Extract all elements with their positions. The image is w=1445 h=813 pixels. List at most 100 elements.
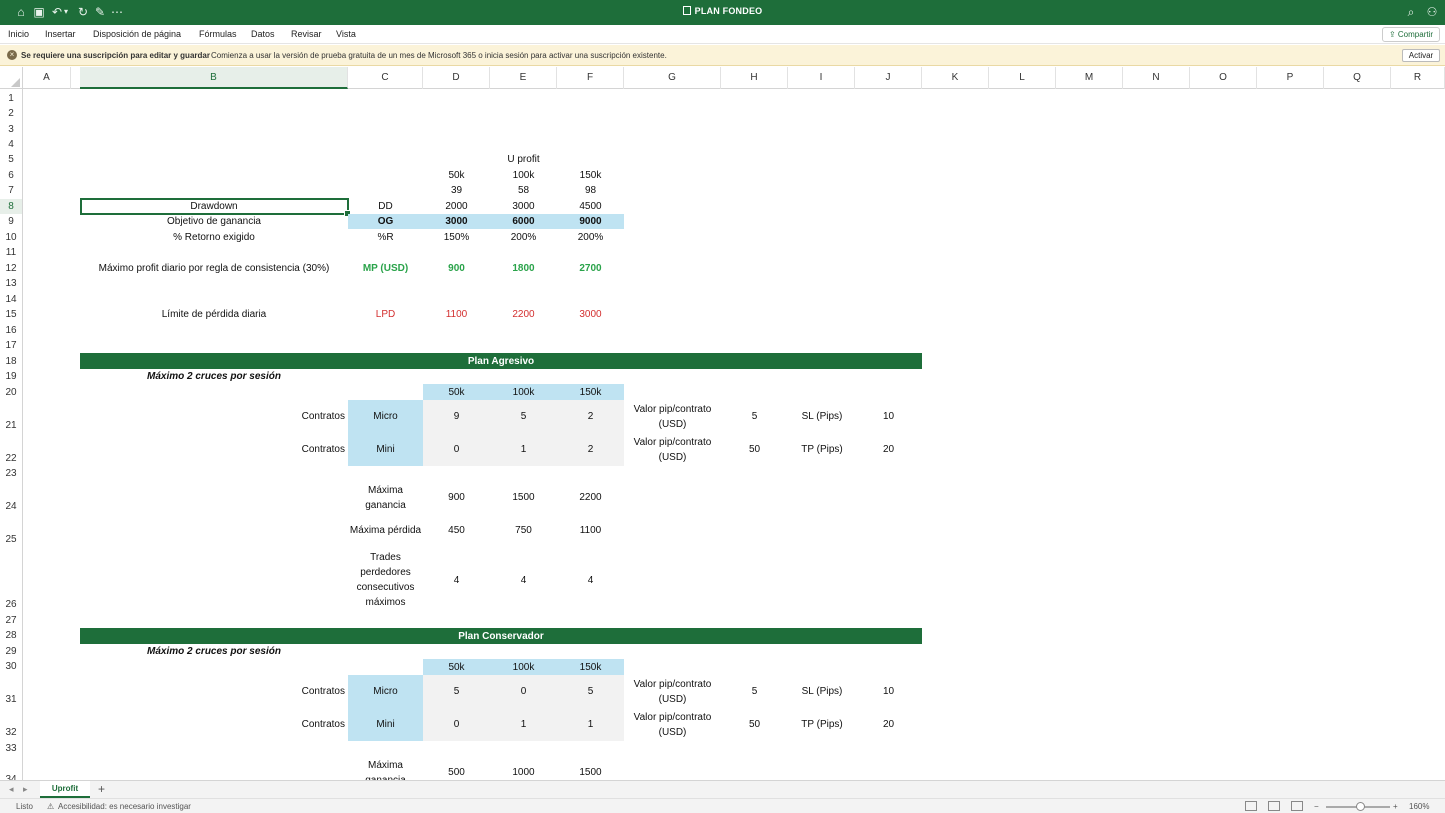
limite-perdida-value[interactable]: 1100 bbox=[423, 307, 490, 322]
row-header-27[interactable]: 27 bbox=[0, 613, 23, 628]
agresivo-contratos-label[interactable]: Contratos bbox=[80, 433, 348, 466]
column-header-n[interactable]: N bbox=[1123, 67, 1190, 89]
agresivo-pip-micro-label[interactable]: Valor pip/contrato (USD) bbox=[624, 400, 721, 433]
conservador-tp-value[interactable]: 20 bbox=[855, 708, 922, 741]
conservador-sl-value[interactable]: 10 bbox=[855, 675, 922, 708]
drawdown-value[interactable]: 3000 bbox=[490, 199, 557, 214]
sheet-tab-uprofit[interactable]: Uprofit bbox=[40, 781, 90, 798]
column-header-a[interactable]: A bbox=[23, 67, 71, 89]
row-header-1[interactable]: 1 bbox=[0, 91, 23, 106]
menu-vista[interactable]: Vista bbox=[336, 29, 356, 39]
row-header-30[interactable]: 30 bbox=[0, 659, 23, 674]
zoom-level[interactable]: 160% bbox=[1409, 802, 1429, 811]
page-break-view-icon[interactable] bbox=[1291, 801, 1303, 811]
agresivo-size-100k[interactable]: 100k bbox=[490, 385, 557, 400]
row-header-20[interactable]: 20 bbox=[0, 385, 23, 400]
row-header-5[interactable]: 5 bbox=[0, 152, 23, 167]
column-header-j[interactable]: J bbox=[855, 67, 922, 89]
column-header-r[interactable]: R bbox=[1391, 67, 1445, 89]
objetivo-value[interactable]: 3000 bbox=[423, 214, 490, 229]
column-header-b[interactable]: B bbox=[80, 67, 348, 89]
row-header-23[interactable]: 23 bbox=[0, 466, 23, 481]
agresivo-pip-micro-value[interactable]: 5 bbox=[721, 400, 788, 433]
row-header-25[interactable]: 25 bbox=[0, 532, 23, 547]
accessibility-icon[interactable]: ⚠ bbox=[47, 802, 54, 811]
limite-perdida-label[interactable]: Límite de pérdida diaria bbox=[80, 307, 348, 322]
column-header-c[interactable]: C bbox=[348, 67, 423, 89]
row-header-15[interactable]: 15 bbox=[0, 307, 23, 322]
column-header-p[interactable]: P bbox=[1257, 67, 1324, 89]
menu-datos[interactable]: Datos bbox=[251, 29, 275, 39]
column-header-l[interactable]: L bbox=[989, 67, 1056, 89]
zoom-out-icon[interactable]: − bbox=[1314, 802, 1319, 811]
row-header-31[interactable]: 31 bbox=[0, 692, 23, 707]
conservador-micro-value[interactable]: 5 bbox=[557, 675, 624, 708]
row-header-32[interactable]: 32 bbox=[0, 725, 23, 740]
close-icon[interactable]: × bbox=[7, 50, 17, 60]
row-header-19[interactable]: 19 bbox=[0, 369, 23, 384]
page-layout-view-icon[interactable] bbox=[1268, 801, 1280, 811]
row-header-34[interactable]: 34 bbox=[0, 772, 23, 780]
retorno-value[interactable]: 150% bbox=[423, 230, 490, 245]
objetivo-code[interactable]: OG bbox=[348, 214, 423, 229]
conservador-max-ganancia-value[interactable]: 1500 bbox=[557, 757, 624, 780]
agresivo-max-perdida-value[interactable]: 750 bbox=[490, 515, 557, 546]
size-50k[interactable]: 50k bbox=[423, 168, 490, 183]
column-header-g[interactable]: G bbox=[624, 67, 721, 89]
drawdown-value[interactable]: 4500 bbox=[557, 199, 624, 214]
limite-perdida-value[interactable]: 2200 bbox=[490, 307, 557, 322]
row-header-14[interactable]: 14 bbox=[0, 292, 23, 307]
row7-value[interactable]: 98 bbox=[557, 183, 624, 198]
menu-revisar[interactable]: Revisar bbox=[291, 29, 322, 39]
menu-inicio[interactable]: Inicio bbox=[8, 29, 29, 39]
row-header-2[interactable]: 2 bbox=[0, 106, 23, 121]
plan-agresivo-header[interactable]: Plan Agresivo bbox=[80, 353, 922, 369]
row-header-33[interactable]: 33 bbox=[0, 741, 23, 756]
row-header-18[interactable]: 18 bbox=[0, 354, 23, 369]
row7-value[interactable]: 39 bbox=[423, 183, 490, 198]
maximo-profit-label[interactable]: Máximo profit diario por regla de consis… bbox=[80, 261, 348, 276]
row-header-11[interactable]: 11 bbox=[0, 245, 23, 260]
menu-formulas[interactable]: Fórmulas bbox=[199, 29, 237, 39]
agresivo-trades-value[interactable]: 4 bbox=[423, 549, 490, 611]
conservador-tp-label[interactable]: TP (Pips) bbox=[800, 708, 844, 741]
conservador-pip-micro-label[interactable]: Valor pip/contrato (USD) bbox=[624, 675, 721, 708]
scroll-left-icon[interactable]: ◂ bbox=[9, 784, 14, 795]
agresivo-max-perdida-value[interactable]: 450 bbox=[423, 515, 490, 546]
agresivo-trades-label[interactable]: Trades perdedores consecutivos máximos bbox=[348, 549, 423, 611]
row-header-29[interactable]: 29 bbox=[0, 644, 23, 659]
size-150k[interactable]: 150k bbox=[557, 168, 624, 183]
agresivo-trades-value[interactable]: 4 bbox=[490, 549, 557, 611]
agresivo-trades-value[interactable]: 4 bbox=[557, 549, 624, 611]
column-header-f[interactable]: F bbox=[557, 67, 624, 89]
row-header-9[interactable]: 9 bbox=[0, 214, 23, 229]
conservador-micro-label[interactable]: Micro bbox=[348, 675, 423, 708]
menu-insertar[interactable]: Insertar bbox=[45, 29, 76, 39]
limite-perdida-value[interactable]: 3000 bbox=[557, 307, 624, 322]
share-button[interactable]: ⇪ Compartir bbox=[1382, 27, 1440, 42]
agresivo-mini-value[interactable]: 2 bbox=[557, 433, 624, 466]
agresivo-micro-value[interactable]: 9 bbox=[423, 400, 490, 433]
u-profit-label[interactable]: U profit bbox=[490, 152, 557, 167]
agresivo-max-ganancia-value[interactable]: 1500 bbox=[490, 482, 557, 513]
agresivo-max-ganancia-value[interactable]: 900 bbox=[423, 482, 490, 513]
column-header-h[interactable]: H bbox=[721, 67, 788, 89]
row-header-16[interactable]: 16 bbox=[0, 323, 23, 338]
agresivo-sl-label[interactable]: SL (Pips) bbox=[800, 400, 844, 433]
agresivo-tp-label[interactable]: TP (Pips) bbox=[800, 433, 844, 466]
conservador-sl-label[interactable]: SL (Pips) bbox=[800, 675, 844, 708]
scroll-right-icon[interactable]: ▸ bbox=[23, 784, 28, 795]
row-header-26[interactable]: 26 bbox=[0, 597, 23, 612]
agresivo-mini-value[interactable]: 0 bbox=[423, 433, 490, 466]
row-header-12[interactable]: 12 bbox=[0, 261, 23, 276]
agresivo-max-perdida-label[interactable]: Máxima pérdida bbox=[348, 515, 423, 546]
conservador-mini-value[interactable]: 0 bbox=[423, 708, 490, 741]
row-header-3[interactable]: 3 bbox=[0, 122, 23, 137]
row-header-7[interactable]: 7 bbox=[0, 183, 23, 198]
agresivo-pip-mini-label[interactable]: Valor pip/contrato (USD) bbox=[624, 433, 721, 466]
column-header-q[interactable]: Q bbox=[1324, 67, 1391, 89]
conservador-size-50k[interactable]: 50k bbox=[423, 660, 490, 675]
conservador-pip-micro-value[interactable]: 5 bbox=[721, 675, 788, 708]
column-header-o[interactable]: O bbox=[1190, 67, 1257, 89]
agresivo-sl-value[interactable]: 10 bbox=[855, 400, 922, 433]
